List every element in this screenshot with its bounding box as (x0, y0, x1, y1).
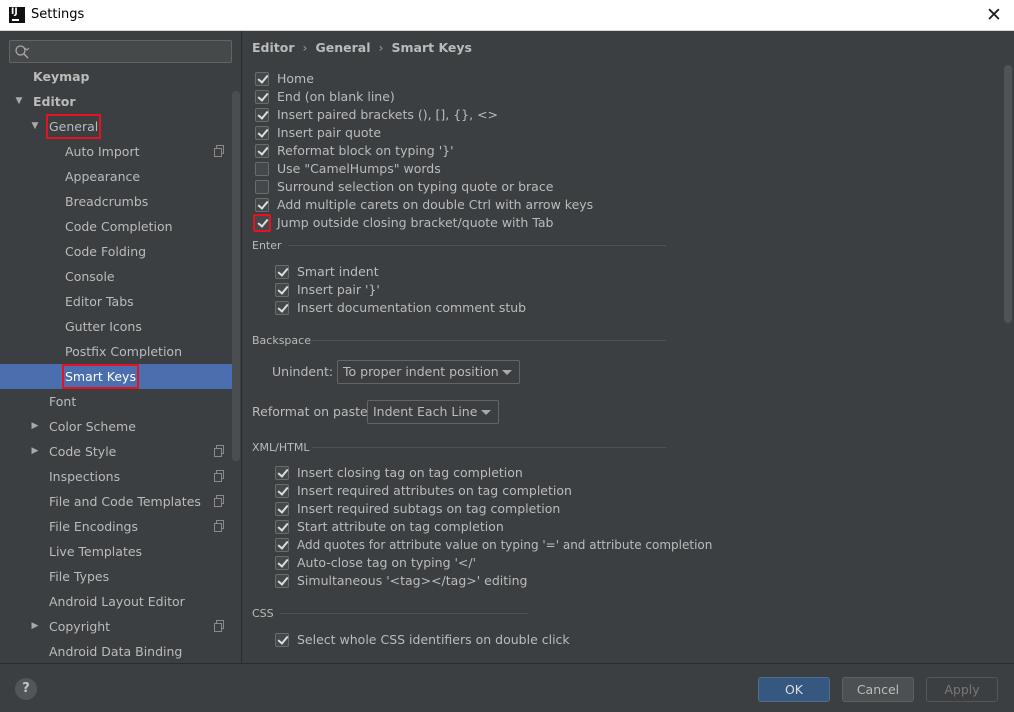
window-title: Settings (31, 7, 85, 22)
checkbox-box[interactable] (275, 466, 289, 480)
divider (312, 447, 666, 448)
sidebar-item-code-style[interactable]: ▶ Code Style (0, 439, 240, 464)
sidebar-item-breadcrumbs[interactable]: Breadcrumbs (0, 189, 240, 214)
chevron-right-icon: › (378, 40, 384, 55)
sidebar-item-smart-keys[interactable]: Smart Keys (0, 364, 240, 389)
project-settings-icon (214, 620, 224, 632)
chevron-right-icon[interactable]: ▶ (29, 614, 41, 639)
sidebar-item-color-scheme[interactable]: ▶ Color Scheme (0, 414, 240, 439)
checkbox-box[interactable] (275, 574, 289, 588)
breadcrumb-general[interactable]: General (316, 40, 371, 55)
sidebar-item-file-encodings[interactable]: File Encodings (0, 514, 240, 539)
checkbox-box[interactable] (255, 162, 269, 176)
settings-sidebar: Keymap ▼ Editor ▼ General Auto Import Ap… (0, 31, 242, 663)
checkbox-box[interactable] (275, 283, 289, 297)
chevron-down-icon (481, 410, 491, 415)
highlight-smart-keys: Smart Keys (62, 364, 139, 389)
divider (312, 340, 666, 341)
chevron-down-icon (502, 370, 512, 375)
checkbox-box[interactable] (255, 180, 269, 194)
checkbox-box[interactable] (255, 126, 269, 140)
sidebar-item-auto-import[interactable]: Auto Import (0, 139, 240, 164)
title-bar: IJ Settings ✕ (0, 0, 1014, 31)
checkbox-box[interactable] (275, 556, 289, 570)
unindent-label: Unindent: (272, 364, 334, 379)
close-window-button[interactable]: ✕ (982, 4, 1006, 26)
checkbox-box[interactable] (275, 520, 289, 534)
sidebar-item-editor-tabs[interactable]: Editor Tabs (0, 289, 240, 314)
ok-button[interactable]: OK (758, 677, 830, 702)
project-settings-icon (214, 445, 224, 457)
sidebar-item-android-data-binding[interactable]: Android Data Binding (0, 639, 240, 663)
chevron-right-icon[interactable]: ▶ (29, 439, 41, 464)
checkbox-box[interactable] (255, 144, 269, 158)
chevron-right-icon: › (302, 40, 308, 55)
sidebar-item-postfix-completion[interactable]: Postfix Completion (0, 339, 240, 364)
breadcrumb-editor[interactable]: Editor (252, 40, 295, 55)
chevron-down-icon[interactable]: ▼ (13, 89, 25, 114)
section-css: CSS (252, 607, 274, 620)
content-scrollbar[interactable] (1004, 65, 1012, 323)
sidebar-scrollbar[interactable] (232, 91, 240, 461)
sidebar-item-font[interactable]: Font (0, 389, 240, 414)
checkbox-box[interactable] (275, 301, 289, 315)
checkbox-box[interactable] (255, 108, 269, 122)
breadcrumb-smart-keys: Smart Keys (391, 40, 473, 55)
checkbox-box[interactable] (255, 198, 269, 212)
search-input[interactable] (9, 40, 232, 63)
checkbox-box[interactable] (275, 633, 289, 647)
project-settings-icon (214, 470, 224, 482)
apply-button[interactable]: Apply (926, 677, 998, 702)
project-settings-icon (214, 520, 224, 532)
breadcrumb: Editor › General › Smart Keys (252, 40, 472, 55)
divider (288, 245, 666, 246)
section-xml-html: XML/HTML (252, 441, 310, 454)
checkbox-box-highlighted[interactable] (253, 214, 271, 232)
sidebar-item-android-layout-editor[interactable]: Android Layout Editor (0, 589, 240, 614)
checkbox-box[interactable] (275, 265, 289, 279)
sidebar-item-file-types[interactable]: File Types (0, 564, 240, 589)
divider (280, 613, 528, 614)
highlight-general: General (46, 114, 102, 139)
sidebar-item-copyright[interactable]: ▶ Copyright (0, 614, 240, 639)
sidebar-item-gutter-icons[interactable]: Gutter Icons (0, 314, 240, 339)
sidebar-item-inspections[interactable]: Inspections (0, 464, 240, 489)
section-enter: Enter (252, 239, 282, 252)
sidebar-item-console[interactable]: Console (0, 264, 240, 289)
project-settings-icon (214, 495, 224, 507)
chevron-down-icon[interactable]: ▼ (29, 114, 41, 139)
sidebar-item-live-templates[interactable]: Live Templates (0, 539, 240, 564)
sidebar-item-keymap[interactable]: Keymap (0, 64, 240, 89)
checkbox-box[interactable] (275, 538, 289, 552)
help-button[interactable]: ? (15, 678, 37, 700)
intellij-app-icon: IJ (9, 7, 25, 23)
project-settings-icon (214, 145, 224, 157)
checkbox-box[interactable] (275, 484, 289, 498)
checkbox-box[interactable] (255, 90, 269, 104)
sidebar-item-code-completion[interactable]: Code Completion (0, 214, 240, 239)
section-backspace: Backspace (252, 334, 311, 347)
sidebar-item-appearance[interactable]: Appearance (0, 164, 240, 189)
unindent-select[interactable]: To proper indent position (337, 360, 520, 384)
reformat-on-paste-select[interactable]: Indent Each Line (367, 400, 499, 424)
settings-content: Editor › General › Smart Keys Home End (on b… (242, 31, 1014, 663)
sidebar-item-code-folding[interactable]: Code Folding (0, 239, 240, 264)
sidebar-item-general[interactable]: ▼ General (0, 114, 240, 139)
dialog-footer: ? OK Cancel Apply (0, 663, 1014, 712)
cancel-button[interactable]: Cancel (842, 677, 914, 702)
checkbox-box[interactable] (255, 72, 269, 86)
chevron-right-icon[interactable]: ▶ (29, 414, 41, 439)
sidebar-item-file-and-code-templates[interactable]: File and Code Templates (0, 489, 240, 514)
checkbox-box[interactable] (275, 502, 289, 516)
reformat-on-paste-label: Reformat on paste: (252, 404, 372, 419)
sidebar-item-editor[interactable]: ▼ Editor (0, 89, 240, 114)
search-icon (15, 45, 30, 59)
